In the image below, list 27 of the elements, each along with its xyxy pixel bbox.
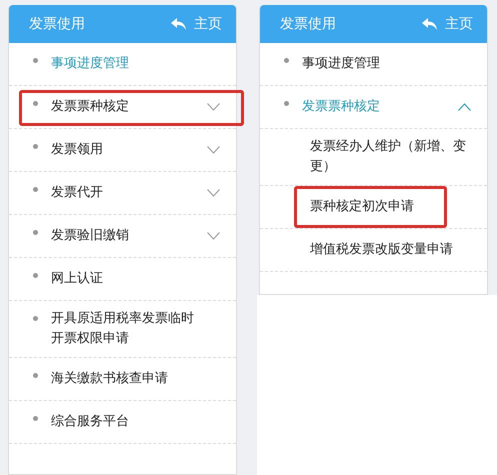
bullet-icon	[33, 101, 38, 106]
panel-title: 发票使用	[280, 15, 336, 33]
menu-item[interactable]: 网上认证	[9, 258, 236, 300]
menu-item[interactable]: 发票经办人维护（新增、变更）	[260, 129, 487, 185]
bullet-icon	[33, 316, 38, 321]
menu-item[interactable]: 海关缴款书核查申请	[9, 358, 236, 400]
bullet-icon	[33, 187, 38, 192]
bullet-icon	[33, 273, 38, 278]
menu-item[interactable]: 发票领用	[9, 129, 236, 171]
bullet-icon	[33, 373, 38, 378]
bullet-icon	[33, 416, 38, 421]
bullet-icon	[33, 144, 38, 149]
menu-item[interactable]: 增值税发票改版变量申请	[260, 229, 487, 271]
bullet-icon	[33, 230, 38, 235]
menu-item[interactable]: 发票代开	[9, 172, 236, 214]
menu-item[interactable]: 事项进度管理	[260, 43, 487, 85]
bullet-icon	[284, 58, 289, 63]
bullet-icon	[33, 58, 38, 63]
menu-item[interactable]: 开具原适用税率发票临时开票权限申请	[9, 301, 236, 357]
menu-item[interactable]: 综合服务平台	[9, 401, 236, 443]
menu-item[interactable]: 票种核定初次申请	[260, 186, 487, 228]
bullet-icon	[284, 101, 289, 106]
menu-item[interactable]: 发票验旧缴销	[9, 215, 236, 257]
reply-arrow-icon	[422, 18, 437, 30]
menu-item[interactable]: 发票票种核定	[9, 86, 236, 128]
panel-title: 发票使用	[29, 15, 85, 33]
reply-arrow-icon	[171, 18, 186, 30]
